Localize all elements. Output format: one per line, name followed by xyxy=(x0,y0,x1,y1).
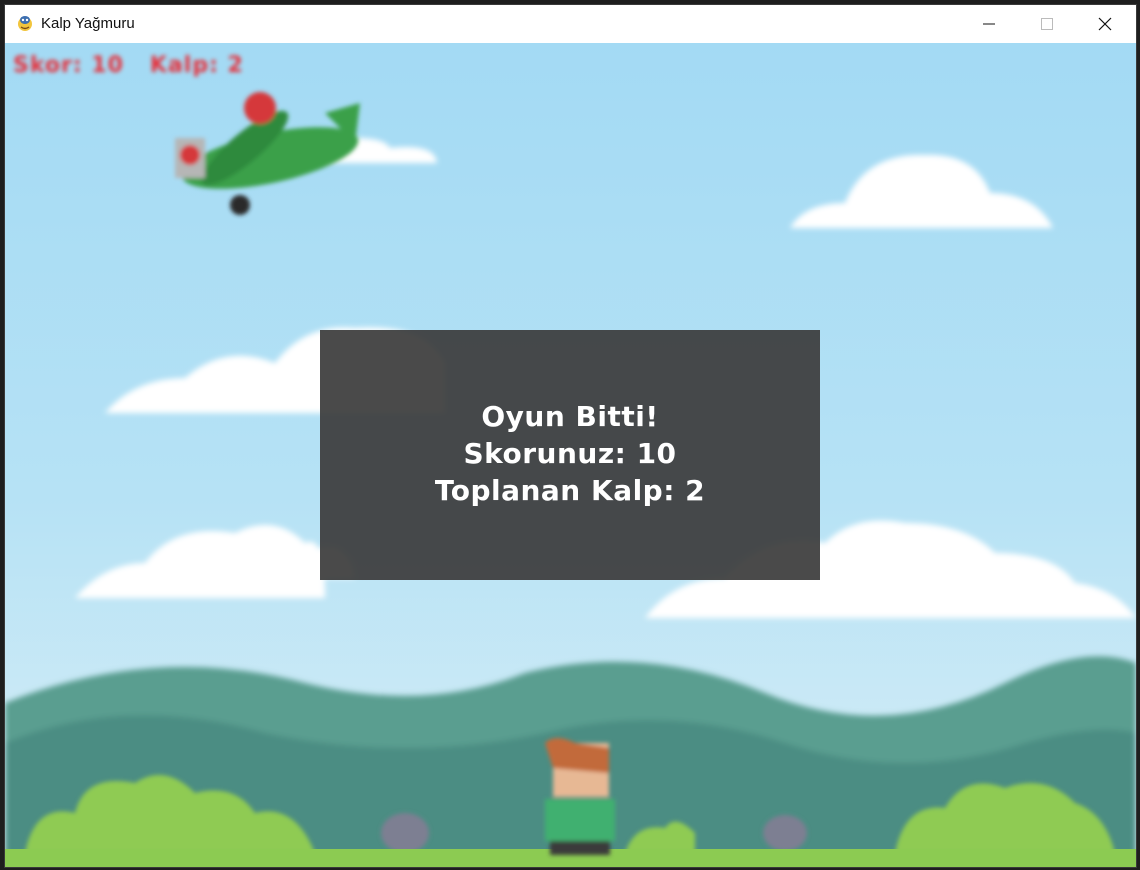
window-title: Kalp Yağmuru xyxy=(41,15,135,32)
maximize-button[interactable] xyxy=(1018,5,1076,43)
maximize-icon xyxy=(1041,18,1053,30)
title-bar[interactable]: Kalp Yağmuru xyxy=(5,5,1136,43)
player-character xyxy=(545,738,615,855)
close-button[interactable] xyxy=(1076,5,1134,43)
game-canvas[interactable]: Skor: 10 Kalp: 2 Oyun Bitti! Skorunuz: 1… xyxy=(5,43,1136,867)
game-over-title: Oyun Bitti! xyxy=(481,400,659,433)
minimize-button[interactable] xyxy=(960,5,1018,43)
final-score-text: Skorunuz: 10 xyxy=(463,437,677,470)
minimize-icon xyxy=(983,23,995,25)
hud-score-text: Skor: 10 Kalp: 2 xyxy=(13,53,244,78)
game-over-panel: Oyun Bitti! Skorunuz: 10 Toplanan Kalp: … xyxy=(320,330,820,580)
close-icon xyxy=(1098,17,1112,31)
pygame-snake-icon xyxy=(18,16,32,31)
collected-hearts-text: Toplanan Kalp: 2 xyxy=(434,474,706,507)
game-window: Kalp Yağmuru Skor: 10 Kalp: 2 Oyun Bitti… xyxy=(5,5,1136,867)
